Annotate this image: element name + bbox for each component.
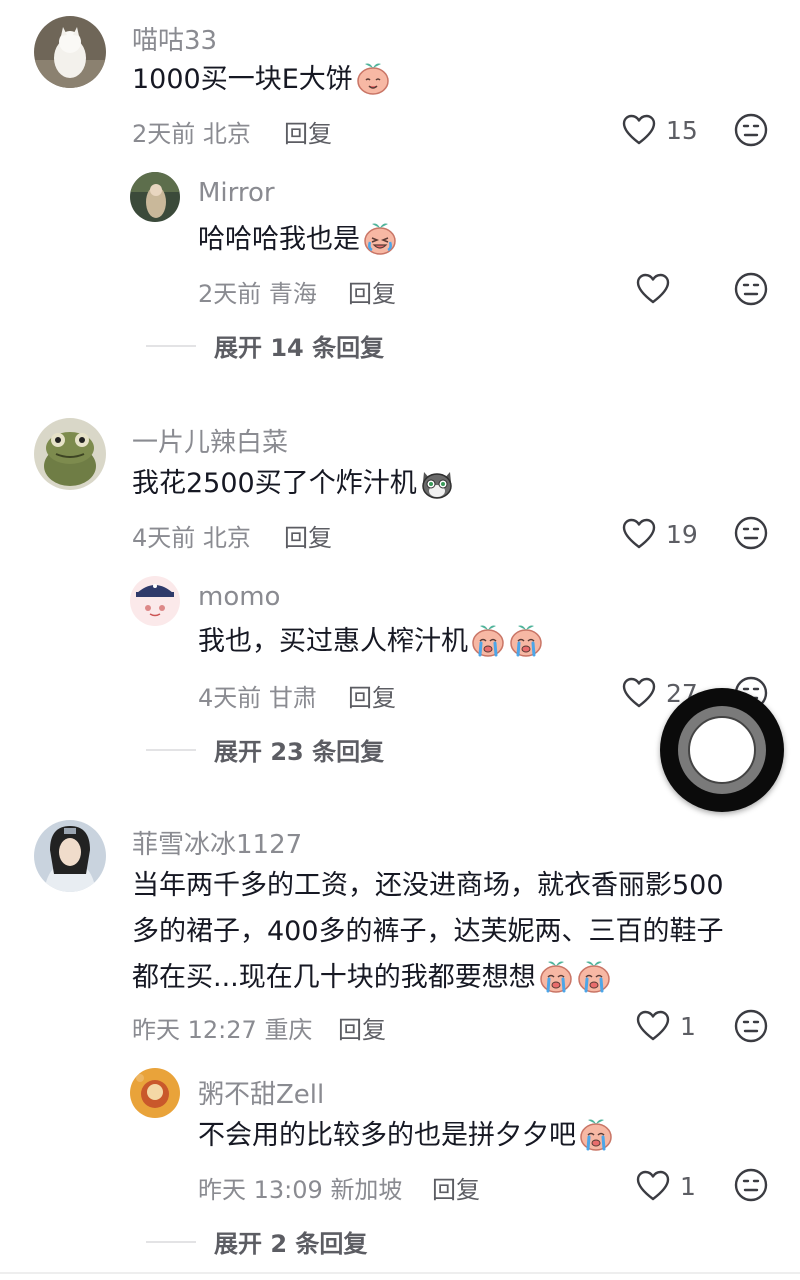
reply-avatar[interactable]: [130, 576, 180, 626]
reply-username[interactable]: 粥不甜Zell: [198, 1074, 324, 1111]
comment-meta: 2天前 北京: [132, 114, 251, 149]
reply-text: 不会用的比较多的也是拼夕夕吧: [198, 1114, 614, 1158]
avatar[interactable]: [34, 16, 106, 88]
comment-location: 重庆: [264, 1016, 313, 1044]
reply-avatar[interactable]: [130, 1068, 180, 1118]
comment-text-content: 我花2500买了个炸汁机: [132, 468, 417, 499]
reply-avatar[interactable]: [130, 172, 180, 222]
comment-text-line: 当年两千多的工资，还没进商场，就衣香丽影500: [132, 870, 724, 901]
reply-text-content: 不会用的比较多的也是拼夕夕吧: [198, 1120, 576, 1151]
cry-emoji-icon: [576, 958, 612, 994]
cry-emoji-icon: [470, 622, 506, 658]
comment-text-line: 多的裙子，400多的裤子，达芙妮两、三百的鞋子: [132, 916, 724, 947]
reply-location: 新加坡: [330, 1176, 403, 1204]
expand-replies-button[interactable]: 展开 23 条回复: [146, 732, 384, 767]
comment-username[interactable]: 喵咕33: [132, 20, 217, 57]
comment-meta: 昨天 12:27 重庆: [132, 1010, 312, 1045]
heart-outline-icon: [622, 677, 656, 708]
comment-time: 4天前: [132, 524, 196, 552]
reply-location: 青海: [268, 280, 317, 308]
expand-replies-label: 展开 23 条回复: [214, 738, 385, 766]
reply-time: 4天前: [198, 684, 262, 712]
like-button[interactable]: [636, 273, 680, 305]
like-button[interactable]: 19: [622, 518, 698, 550]
reply-text-content: 我也，买过惠人榨汁机: [198, 626, 468, 657]
reply-button[interactable]: 回复: [348, 678, 396, 713]
neutral-face-icon: [734, 1168, 768, 1202]
heart-outline-icon: [636, 1010, 670, 1041]
dislike-button[interactable]: [734, 113, 768, 147]
reply-button[interactable]: 回复: [338, 1010, 386, 1045]
scroll-button-center: [688, 716, 756, 784]
neutral-face-icon: [734, 113, 768, 147]
like-count: 1: [680, 1011, 696, 1041]
expand-replies-button[interactable]: 展开 14 条回复: [146, 328, 384, 363]
reply-text-content: 哈哈哈我也是: [198, 224, 360, 255]
reply-button[interactable]: 回复: [432, 1170, 480, 1205]
expand-replies-label: 展开 2 条回复: [214, 1230, 368, 1258]
comment-username[interactable]: 菲雪冰冰1127: [132, 824, 302, 861]
cry-emoji-icon: [508, 622, 544, 658]
reply-username[interactable]: Mirror: [198, 178, 275, 208]
dislike-button[interactable]: [734, 1168, 768, 1202]
heart-outline-icon: [622, 114, 656, 145]
heart-outline-icon: [636, 273, 670, 304]
neutral-face-icon: [734, 516, 768, 550]
comment-text: 都在买...现在几十块的我都要想想: [132, 956, 612, 1000]
comment-meta: 4天前 北京: [132, 518, 251, 553]
cat-face-emoji-icon: [419, 464, 455, 500]
like-count: 1: [680, 1171, 696, 1201]
comment-text-content: 1000买一块E大饼: [132, 64, 353, 95]
reply-button[interactable]: 回复: [284, 114, 332, 149]
comment-text: 我花2500买了个炸汁机: [132, 462, 455, 506]
expand-replies-label: 展开 14 条回复: [214, 334, 385, 362]
comment-time: 2天前: [132, 120, 196, 148]
like-button[interactable]: 1: [636, 1010, 696, 1042]
avatar[interactable]: [34, 820, 106, 892]
reply-location: 甘肃: [268, 684, 317, 712]
reply-time: 昨天 13:09: [198, 1176, 323, 1204]
comment-text: 1000买一块E大饼: [132, 58, 391, 102]
like-count: 15: [666, 115, 698, 145]
heart-outline-icon: [636, 1170, 670, 1201]
expand-replies-button[interactable]: 展开 2 条回复: [146, 1224, 367, 1259]
like-button[interactable]: 15: [622, 114, 698, 146]
cry-emoji-icon: [538, 958, 574, 994]
comment-location: 北京: [202, 120, 251, 148]
divider: [146, 1240, 196, 1243]
reply-meta: 4天前 甘肃: [198, 678, 317, 713]
heart-outline-icon: [622, 518, 656, 549]
reply-meta: 2天前 青海: [198, 274, 317, 309]
comment-time: 昨天 12:27: [132, 1016, 257, 1044]
floating-scroll-button[interactable]: [660, 688, 784, 812]
cry-emoji-icon: [578, 1116, 614, 1152]
bottom-divider: [0, 1272, 800, 1274]
divider: [146, 748, 196, 751]
neutral-face-icon: [734, 272, 768, 306]
smile-blush-emoji-icon: [355, 60, 391, 96]
divider: [146, 344, 196, 347]
dislike-button[interactable]: [734, 1009, 768, 1043]
laugh-cry-emoji-icon: [362, 220, 398, 256]
like-button[interactable]: 1: [636, 1170, 696, 1202]
reply-text: 哈哈哈我也是: [198, 218, 398, 262]
reply-button[interactable]: 回复: [284, 518, 332, 553]
comment-location: 北京: [202, 524, 251, 552]
neutral-face-icon: [734, 1009, 768, 1043]
like-count: 19: [666, 519, 698, 549]
comment-username[interactable]: 一片儿辣白菜: [132, 422, 288, 459]
dislike-button[interactable]: [734, 272, 768, 306]
comment-text-line: 都在买...现在几十块的我都要想想: [132, 962, 536, 993]
avatar[interactable]: [34, 418, 106, 490]
reply-text: 我也，买过惠人榨汁机: [198, 620, 544, 664]
reply-meta: 昨天 13:09 新加坡: [198, 1170, 402, 1205]
reply-username[interactable]: momo: [198, 582, 280, 612]
reply-time: 2天前: [198, 280, 262, 308]
reply-button[interactable]: 回复: [348, 274, 396, 309]
dislike-button[interactable]: [734, 516, 768, 550]
